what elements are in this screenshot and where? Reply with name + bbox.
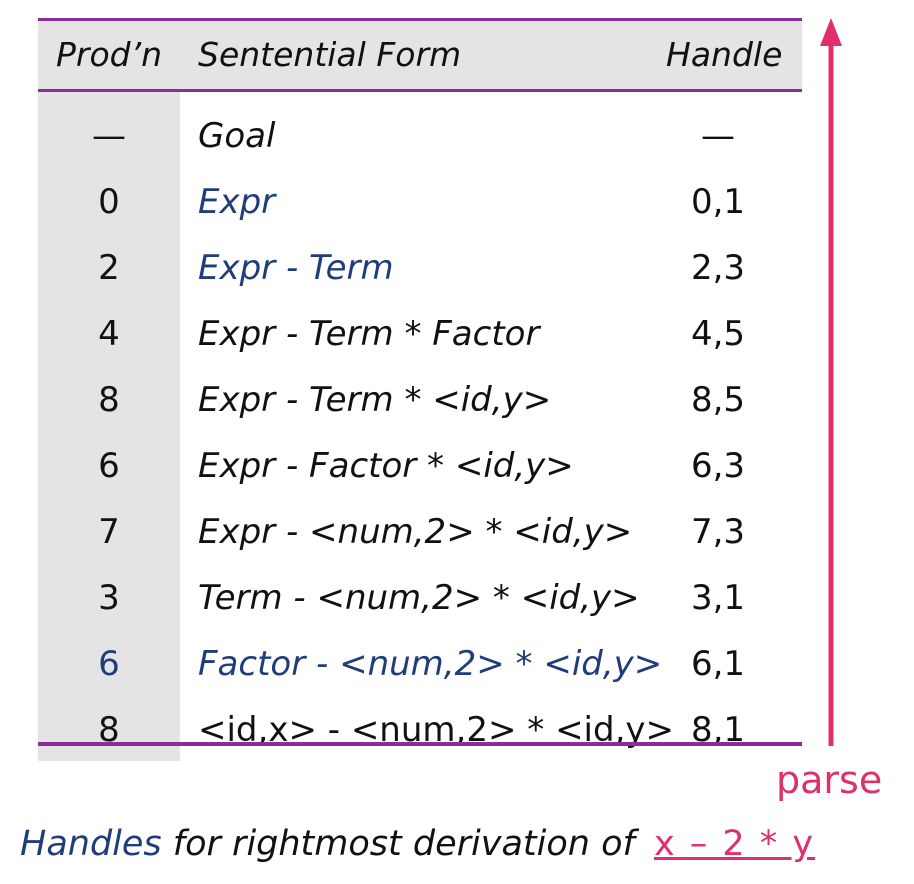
row-prod: 3 [98, 578, 120, 618]
row-handle: 0,1 [690, 182, 746, 222]
row-prod: 6 [98, 446, 120, 486]
row-form: Factor - <num,2> * <id,y> [198, 644, 663, 684]
row-form: Term - <num,2> * <id,y> [198, 578, 640, 618]
table-row: 8 Expr - Term * <id,y> 8,5 [38, 368, 802, 434]
row-prod: 8 [98, 380, 120, 420]
row-handle: 2,3 [690, 248, 746, 288]
row-handle: 8,5 [690, 380, 746, 420]
parse-direction-arrow-icon [820, 18, 842, 746]
row-handle: 6,1 [690, 644, 746, 684]
header-handle: Handle [666, 35, 783, 74]
table-row: 8 <id,x> - <num,2> * <id,y> 8,1 [38, 698, 802, 764]
table-row: 6 Expr - Factor * <id,y> 6,3 [38, 434, 802, 500]
row-handle: — [701, 116, 735, 156]
caption-handles-word: Handles [20, 824, 162, 864]
table-row: 6 Factor - <num,2> * <id,y> 6,1 [38, 632, 802, 698]
row-prod: 0 [98, 182, 120, 222]
row-form: Expr - Term [198, 248, 394, 288]
table-row: 7 Expr - <num,2> * <id,y> 7,3 [38, 500, 802, 566]
row-prod: 2 [98, 248, 120, 288]
row-prod: 6 [98, 644, 120, 684]
row-form: Expr [198, 182, 276, 222]
row-form: Expr - Factor * <id,y> [198, 446, 574, 486]
caption: Handles for rightmost derivation of x – … [20, 824, 815, 864]
row-handle: 7,3 [690, 512, 746, 552]
table-bottom-rule [38, 742, 802, 746]
table-row: 2 Expr - Term 2,3 [38, 236, 802, 302]
row-prod: 7 [98, 512, 120, 552]
table-header: Prod’n Sentential Form Handle [38, 18, 802, 92]
table-row: 4 Expr - Term * Factor 4,5 [38, 302, 802, 368]
row-handle: 3,1 [690, 578, 746, 618]
table-row: 0 Expr 0,1 [38, 170, 802, 236]
row-handle: 6,3 [690, 446, 746, 486]
table-row: 3 Term - <num,2> * <id,y> 3,1 [38, 566, 802, 632]
row-form: Expr - Term * Factor [198, 314, 540, 354]
caption-expression: x – 2 * y [653, 824, 816, 864]
row-form: Expr - Term * <id,y> [198, 380, 552, 420]
row-form: Expr - <num,2> * <id,y> [198, 512, 633, 552]
parse-label: parse [776, 758, 883, 802]
row-handle: 4,5 [690, 314, 746, 354]
caption-text: for rightmost derivation of [161, 824, 646, 864]
header-prod: Prod’n [56, 35, 163, 74]
header-sentential-form: Sentential Form [198, 35, 462, 74]
row-prod: 4 [98, 314, 120, 354]
row-form: Goal [198, 116, 276, 156]
table-row: — Goal — [38, 104, 802, 170]
row-prod: — [92, 116, 126, 156]
